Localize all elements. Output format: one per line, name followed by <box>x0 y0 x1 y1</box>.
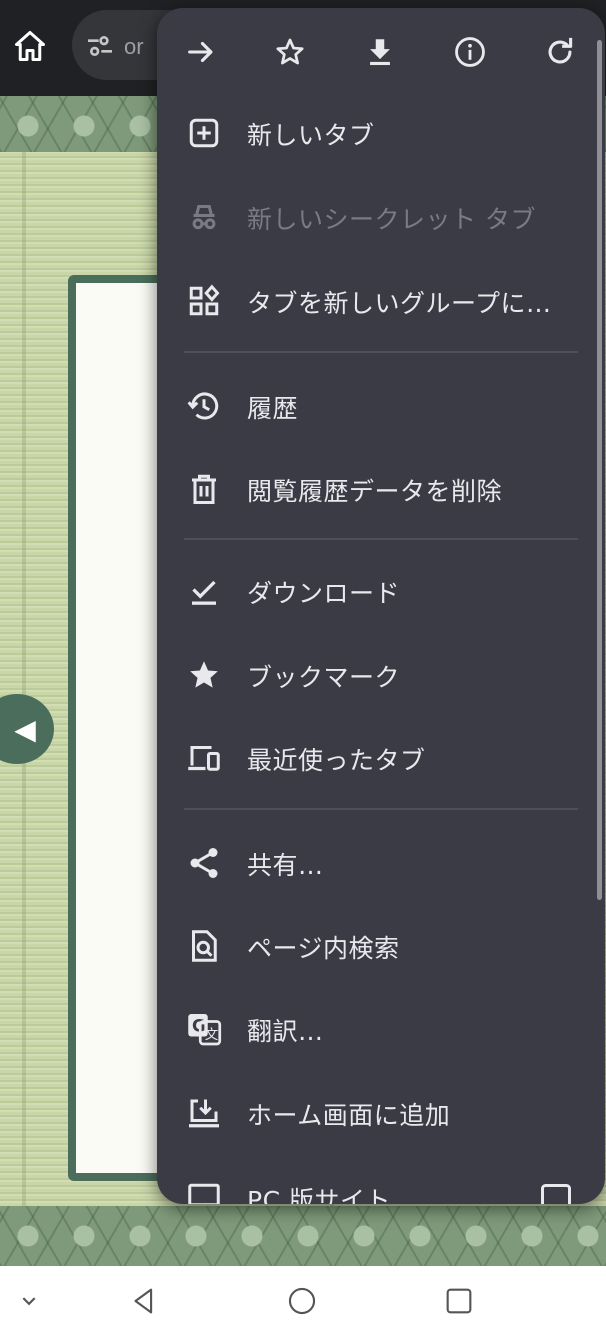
menu-item-bookmarks[interactable]: ブックマーク <box>157 632 587 716</box>
devices-icon <box>185 739 223 777</box>
menu-item-clear-browsing-data[interactable]: 閲覧履歴データを削除 <box>157 446 587 530</box>
back-icon[interactable] <box>127 1284 161 1318</box>
menu-item-find-in-page[interactable]: ページ内検索 <box>157 903 587 987</box>
find-in-page-icon <box>185 927 223 965</box>
history-icon <box>185 387 223 425</box>
menu-item-label: 翻訳… <box>247 1017 324 1046</box>
menu-item-label: ホーム画面に追加 <box>247 1101 451 1130</box>
download-done-icon <box>185 572 223 610</box>
menu-item-label: タブを新しいグループに… <box>247 289 552 318</box>
menu-divider <box>184 538 578 540</box>
system-navigation-bar <box>0 1266 606 1334</box>
reload-icon <box>548 37 573 64</box>
menu-item-tab-to-group[interactable]: タブを新しいグループに… <box>157 258 587 342</box>
menu-scrollbar[interactable] <box>597 40 602 900</box>
download-icon <box>370 39 390 66</box>
menu-item-history[interactable]: 履歴 <box>157 363 587 447</box>
home-icon[interactable] <box>12 28 48 64</box>
reload-button[interactable] <box>538 30 582 74</box>
tatami-seam <box>22 150 26 1206</box>
menu-item-share[interactable]: 共有… <box>157 820 587 904</box>
menu-item-label: 新しいシークレット タブ <box>247 205 536 234</box>
incognito-icon <box>185 198 223 236</box>
trash-icon <box>185 470 223 508</box>
menu-item-new-incognito-tab[interactable]: 新しいシークレット タブ <box>157 174 587 258</box>
menu-item-add-to-home[interactable]: ホーム画面に追加 <box>157 1070 587 1154</box>
menu-item-label: ダウンロード <box>247 579 401 608</box>
overflow-menu: 新しいタブ 新しいシークレット タブ タブを新しいグループに… 履歴 閲覧履歴デ… <box>157 8 605 1204</box>
home-circle-icon[interactable] <box>285 1284 319 1318</box>
share-icon <box>185 844 223 882</box>
checkbox-icon[interactable] <box>538 1181 574 1204</box>
decorative-border-bottom <box>0 1206 606 1266</box>
menu-action-row <box>157 8 605 98</box>
menu-item-label: 最近使ったタブ <box>247 746 426 775</box>
desktop-icon <box>185 1179 223 1204</box>
menu-item-translate[interactable]: G文 翻訳… <box>157 986 587 1070</box>
menu-item-downloads[interactable]: ダウンロード <box>157 548 587 632</box>
menu-item-label: PC 版サイト <box>247 1186 391 1204</box>
triangle-left-icon: ◀ <box>14 712 36 746</box>
menu-item-label: 新しいタブ <box>247 121 375 150</box>
menu-item-label: 履歴 <box>247 394 299 423</box>
recents-icon[interactable] <box>442 1284 476 1318</box>
url-text[interactable]: or <box>124 34 144 60</box>
forward-button[interactable] <box>179 30 223 74</box>
star-outline-icon <box>276 38 304 65</box>
svg-text:文: 文 <box>205 1027 219 1043</box>
chevron-down-icon[interactable] <box>12 1284 46 1318</box>
translate-icon: G文 <box>185 1010 223 1048</box>
add-box-icon <box>185 114 223 152</box>
download-page-button[interactable] <box>358 30 402 74</box>
menu-item-label: ブックマーク <box>247 663 401 692</box>
add-to-home-icon <box>185 1094 223 1132</box>
menu-item-label: 閲覧履歴データを削除 <box>247 477 503 506</box>
tab-group-icon <box>185 282 223 320</box>
menu-divider <box>184 351 578 353</box>
star-icon <box>185 656 223 694</box>
menu-item-label: 共有… <box>247 851 324 880</box>
info-icon <box>455 37 485 67</box>
forward-icon <box>188 41 213 63</box>
page-info-button[interactable] <box>448 30 492 74</box>
page-info-tune-icon[interactable] <box>84 30 116 62</box>
bookmark-page-button[interactable] <box>268 30 312 74</box>
menu-item-recent-tabs[interactable]: 最近使ったタブ <box>157 715 587 799</box>
previous-page-button[interactable]: ◀ <box>0 694 54 764</box>
svg-text:G: G <box>192 1016 206 1035</box>
menu-item-new-tab[interactable]: 新しいタブ <box>157 90 587 174</box>
menu-divider <box>184 808 578 810</box>
menu-item-label: ページ内検索 <box>247 934 400 963</box>
menu-item-desktop-site[interactable]: PC 版サイト <box>157 1155 587 1204</box>
